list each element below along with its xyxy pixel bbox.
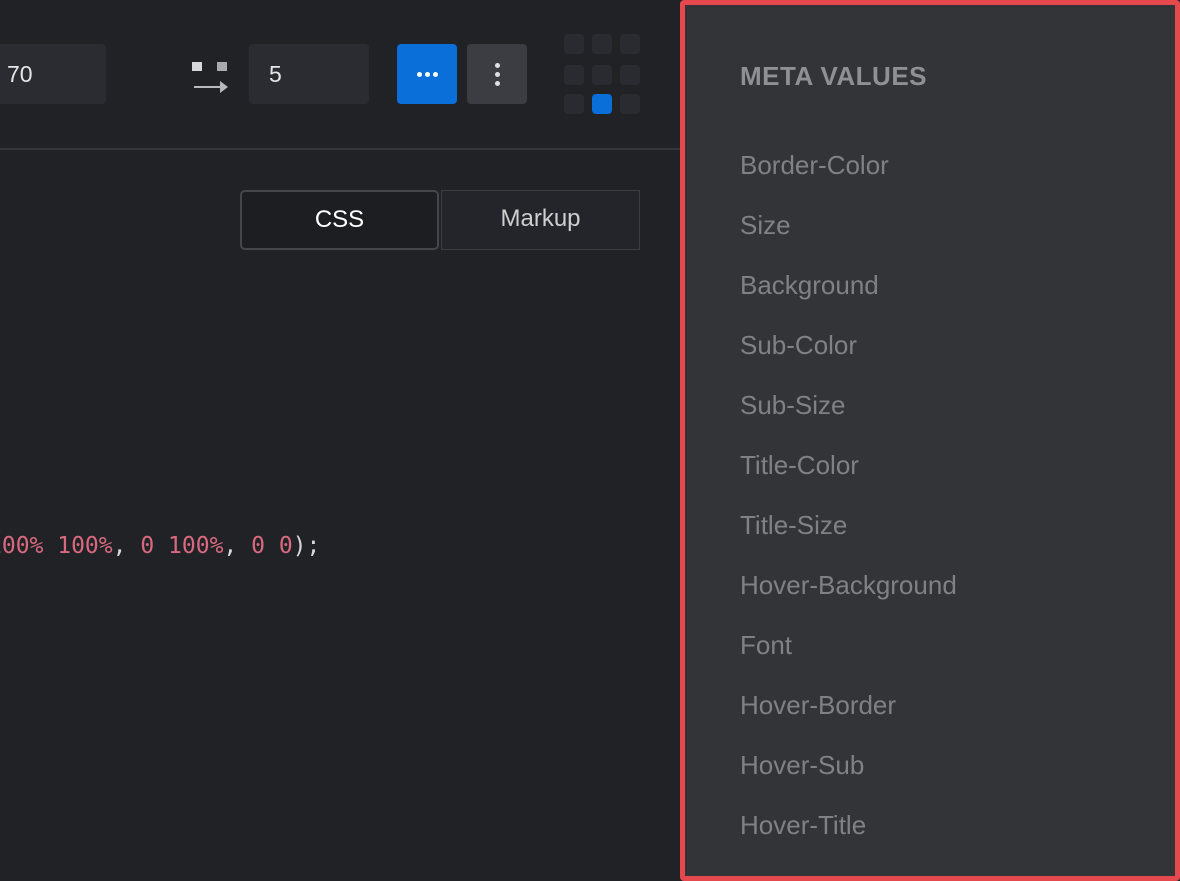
- column-gap-icon: [190, 60, 230, 94]
- code-line: 100% 100%, 0 100%, 0 0);: [0, 530, 320, 562]
- code-number: 100% 100%: [0, 533, 113, 559]
- grid-cell[interactable]: [592, 34, 612, 54]
- meta-item-font[interactable]: Font: [740, 615, 957, 675]
- meta-item-sub-size[interactable]: Sub-Size: [740, 375, 957, 435]
- meta-item-background[interactable]: Background: [740, 255, 957, 315]
- meta-item-title-color[interactable]: Title-Color: [740, 435, 957, 495]
- panel-title: META VALUES: [740, 61, 928, 91]
- code-punct: ,: [223, 533, 252, 559]
- value-input-a[interactable]: 70: [0, 44, 106, 104]
- meta-item-border-color[interactable]: Border-Color: [740, 135, 957, 195]
- grid-cell[interactable]: [620, 65, 640, 85]
- code-number: 0 0: [251, 533, 293, 559]
- code-number: 0 100%: [140, 533, 224, 559]
- meta-item-hover-sub[interactable]: Hover-Sub: [740, 735, 957, 795]
- meta-item-hover-border[interactable]: Hover-Border: [740, 675, 957, 735]
- meta-values-list: Border-Color Size Background Sub-Color S…: [740, 135, 957, 855]
- more-options-button[interactable]: [397, 44, 457, 104]
- grid-cell[interactable]: [592, 65, 612, 85]
- grid-cell[interactable]: [620, 34, 640, 54]
- meta-item-hover-title[interactable]: Hover-Title: [740, 795, 957, 855]
- grid-cell[interactable]: [564, 65, 584, 85]
- grid-cell[interactable]: [564, 34, 584, 54]
- app-root: 70 5 CSS Markup 100% 100%, 0 100%, 0 0);…: [0, 0, 1180, 881]
- more-vertical-icon: [494, 62, 500, 86]
- grid-cell-selected[interactable]: [592, 94, 612, 114]
- code-punct: ,: [112, 533, 141, 559]
- position-grid-picker[interactable]: [564, 34, 642, 116]
- tab-markup[interactable]: Markup: [441, 190, 640, 250]
- tab-css[interactable]: CSS: [240, 190, 439, 250]
- grid-cell[interactable]: [620, 94, 640, 114]
- gap-input[interactable]: 5: [249, 44, 369, 104]
- meta-item-sub-color[interactable]: Sub-Color: [740, 315, 957, 375]
- meta-item-title-size[interactable]: Title-Size: [740, 495, 957, 555]
- grid-cell[interactable]: [564, 94, 584, 114]
- meta-values-panel: META VALUES Border-Color Size Background…: [680, 0, 1180, 881]
- meta-item-hover-background[interactable]: Hover-Background: [740, 555, 957, 615]
- meta-item-size[interactable]: Size: [740, 195, 957, 255]
- menu-button[interactable]: [467, 44, 527, 104]
- code-punct: );: [292, 533, 321, 559]
- toolbar-divider: [0, 148, 680, 150]
- more-horizontal-icon: [416, 71, 438, 77]
